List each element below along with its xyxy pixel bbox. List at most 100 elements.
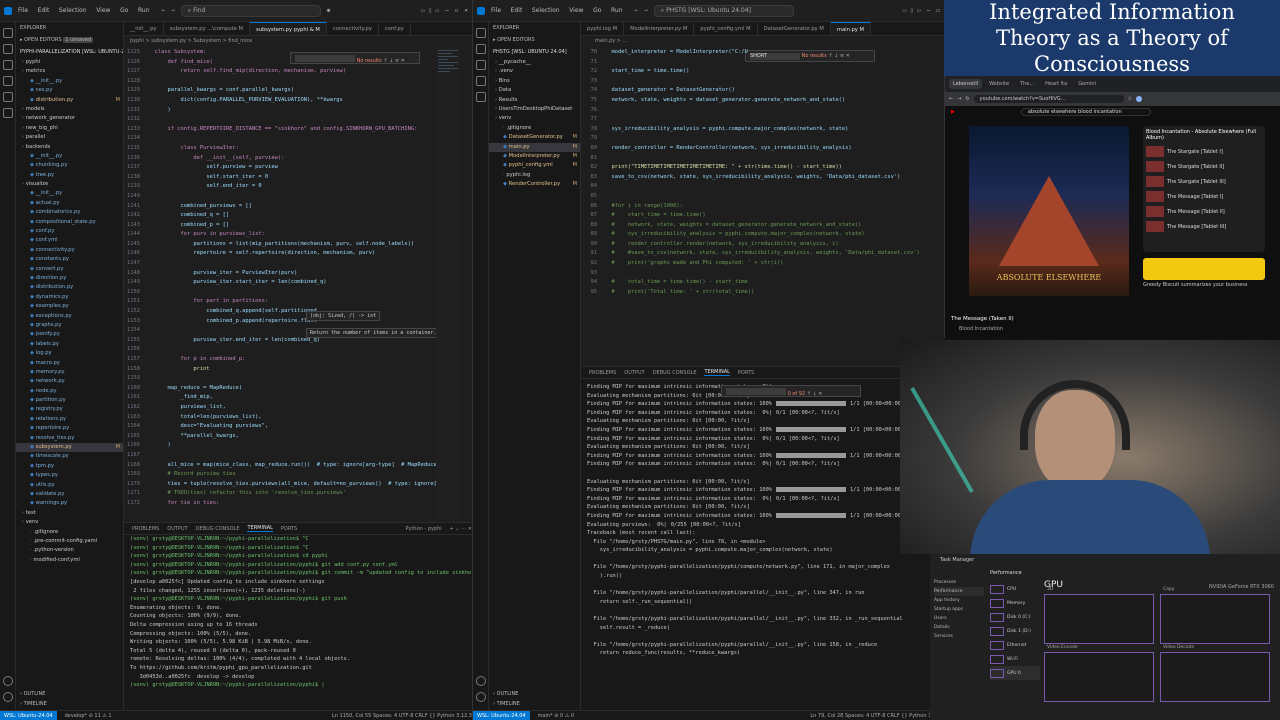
tab-dataset-generator[interactable]: DatasetGenerator.py M — [758, 22, 831, 35]
forward-arrow-icon[interactable]: → — [957, 96, 961, 102]
panel-tab-ports[interactable]: PORTS — [738, 370, 754, 376]
code-line[interactable]: 94 # total_time = time.time() - start_ti… — [581, 278, 944, 288]
playlist-item[interactable]: The Message [Tablet II] — [1146, 204, 1262, 219]
code-line[interactable]: 1141 combined_purviews = [] — [124, 202, 444, 212]
back-arrow-icon[interactable]: ← — [949, 96, 953, 102]
device-item[interactable]: Disk 0 (C:) — [990, 610, 1040, 624]
code-line[interactable]: 1171 # TODO(ties) refactor this into 're… — [124, 489, 444, 499]
code-line[interactable]: 1172 for tie in ties: — [124, 499, 444, 509]
code-line[interactable]: 1143 combined_p = [] — [124, 221, 444, 231]
menu-go[interactable]: Go — [593, 7, 601, 14]
code-line[interactable]: 80 render_controller = RenderController(… — [581, 144, 944, 154]
source-control-icon[interactable] — [476, 60, 486, 70]
reload-icon[interactable]: ↻ — [965, 96, 969, 102]
code-line[interactable]: 83 save_to_csv(network, state, sys_irred… — [581, 173, 944, 183]
tree-file[interactable]: ◆ main.py M — [489, 142, 580, 152]
panel-tab-terminal[interactable]: TERMINAL — [247, 525, 273, 532]
tree-folder[interactable]: › venv — [489, 114, 580, 123]
code-line[interactable]: 1163 total=len(purviews_list), — [124, 413, 444, 423]
tree-folder[interactable]: › parallel — [16, 133, 123, 142]
code-line[interactable]: 70 model_interpreter = ModelInterpreter(… — [581, 48, 944, 58]
tree-file[interactable]: ◆ conf.yml — [16, 236, 123, 245]
tree-file[interactable]: ◆ ces.py — [16, 86, 123, 95]
code-line[interactable]: 1133 if config.REPERTOIRE_DISTANCE == "s… — [124, 125, 444, 135]
code-line[interactable]: 1168 all_mice = map(mice_class, map_redu… — [124, 461, 444, 471]
code-line[interactable]: 91 # #save_to_csv(network, state, sys_ir… — [581, 249, 944, 259]
tree-file[interactable]: ◆ network.py — [16, 377, 123, 386]
git-branch-status[interactable]: develop* ⊘ 11 ⚠ 1 — [65, 713, 112, 719]
forward-arrow-icon[interactable]: → — [644, 7, 648, 14]
terminal-find-input[interactable] — [726, 388, 786, 395]
code-line[interactable]: 88 # network, state, weights = dataset_g… — [581, 221, 944, 231]
search-view-icon[interactable] — [3, 44, 13, 54]
search-view-icon[interactable] — [476, 44, 486, 54]
tree-folder[interactable]: › pyphi — [16, 58, 123, 67]
task-manager-nav-item[interactable]: Startup apps — [934, 605, 984, 614]
panel-tab-output[interactable]: OUTPUT — [167, 526, 187, 532]
tree-file[interactable]: ◆ jsonify.py — [16, 330, 123, 339]
browser-tab[interactable]: Website — [985, 79, 1013, 89]
tree-file[interactable]: ◆ log.py — [16, 349, 123, 358]
code-line[interactable]: 1130 dict(config.PARALLEL_PURVIEW_EVALUA… — [124, 96, 444, 106]
panel-tab-debug[interactable]: DEBUG CONSOLE — [653, 370, 697, 376]
device-item[interactable]: Wi-Fi — [990, 652, 1040, 666]
device-item[interactable]: Disk 1 (D:) — [990, 624, 1040, 638]
playlist-item[interactable]: The Message [Tablet I] — [1146, 189, 1262, 204]
tree-file[interactable]: ◆ actual.py — [16, 199, 123, 208]
tree-file[interactable]: ◆ combinatorics.py — [16, 208, 123, 217]
tree-file[interactable]: · .pre-commit-config.yaml — [16, 537, 123, 546]
maximize-icon[interactable]: ☐ — [936, 7, 940, 14]
menu-file[interactable]: File — [18, 7, 28, 14]
left-terminal-output[interactable]: (venv) grsty@DESKTOP-VLJNR9N:~/pyphi-par… — [124, 535, 472, 690]
back-arrow-icon[interactable]: ← — [162, 7, 166, 14]
tree-file[interactable]: ◆ compositional_state.py — [16, 218, 123, 227]
code-line[interactable]: 1160 map_reduce = MapReduce( — [124, 384, 444, 394]
tree-file[interactable]: ◆ relations.py — [16, 415, 123, 424]
code-line[interactable]: 1147 — [124, 259, 444, 269]
playlist-item[interactable]: The Message [Tablet III] — [1146, 219, 1262, 234]
extensions-icon[interactable] — [3, 92, 13, 102]
remote-explorer-icon[interactable] — [3, 108, 13, 118]
code-line[interactable]: 1149 purview_iter.start_iter = len(combi… — [124, 278, 444, 288]
manage-gear-icon[interactable] — [3, 692, 13, 702]
address-bar[interactable]: youtube.com/watch?v=SuoHiVG... — [973, 95, 1124, 103]
code-line[interactable]: 1152 combined_q.append(self.partitioned — [124, 307, 444, 317]
tree-file[interactable]: ◆ convert.py — [16, 265, 123, 274]
code-line[interactable]: 1157 for p in combined_p: — [124, 355, 444, 365]
device-item[interactable]: CPU — [990, 582, 1040, 596]
tree-folder[interactable]: › Bins — [489, 77, 580, 86]
source-control-icon[interactable] — [3, 60, 13, 70]
playlist-item[interactable]: The Stargate [Tablet III] — [1146, 174, 1262, 189]
tree-file[interactable]: ◆ node.py — [16, 387, 123, 396]
open-editors-section[interactable]: ▸ OPEN EDITORS — [489, 34, 580, 46]
menu-edit[interactable]: Edit — [38, 7, 50, 14]
playlist-item[interactable]: The Stargate [Tablet II] — [1146, 159, 1262, 174]
task-manager-nav-item[interactable]: Performance — [934, 587, 984, 596]
tree-file[interactable]: ◆ graphs.py — [16, 321, 123, 330]
youtube-logo-icon[interactable]: ▶ — [951, 109, 955, 115]
code-line[interactable]: 79 — [581, 134, 944, 144]
code-line[interactable]: 1165 **parallel_kwargs, — [124, 432, 444, 442]
tree-file[interactable]: ◆ constants.py — [16, 255, 123, 264]
explorer-icon[interactable] — [3, 28, 13, 38]
left-code-editor[interactable]: 1125 class Subsystem: 1126 def find_mice(… — [124, 48, 444, 518]
panel-tab-output[interactable]: OUTPUT — [624, 370, 644, 376]
playlist-item[interactable]: The Stargate [Tablet I] — [1146, 144, 1262, 159]
code-line[interactable]: 1131 ) — [124, 106, 444, 116]
extensions-icon[interactable] — [476, 92, 486, 102]
tree-file[interactable]: ◆ timescale.py — [16, 452, 123, 461]
tree-file[interactable]: ◆ warnings.py — [16, 499, 123, 508]
tab-init[interactable]: __init__.py — [124, 22, 164, 35]
menu-file[interactable]: File — [491, 7, 501, 14]
tree-folder[interactable]: › __pycache__ — [489, 58, 580, 67]
tree-file[interactable]: · .gitignore — [489, 124, 580, 133]
code-line[interactable]: 1144 for purv in purviews_list: — [124, 230, 444, 240]
remote-indicator[interactable]: WSL: Ubuntu-24.04 — [473, 711, 530, 720]
code-line[interactable]: 1169 # Record purview ties — [124, 470, 444, 480]
minimize-icon[interactable]: — — [445, 7, 449, 14]
tree-file[interactable]: ◆ direction.py — [16, 274, 123, 283]
tree-file[interactable]: ◆ exceptions.py — [16, 312, 123, 321]
tree-file[interactable]: ◆ distribution.py — [16, 283, 123, 292]
tree-file[interactable]: ◆ utils.py — [16, 481, 123, 490]
tree-file[interactable]: ◆ ModelInterpreter.py M — [489, 152, 580, 161]
